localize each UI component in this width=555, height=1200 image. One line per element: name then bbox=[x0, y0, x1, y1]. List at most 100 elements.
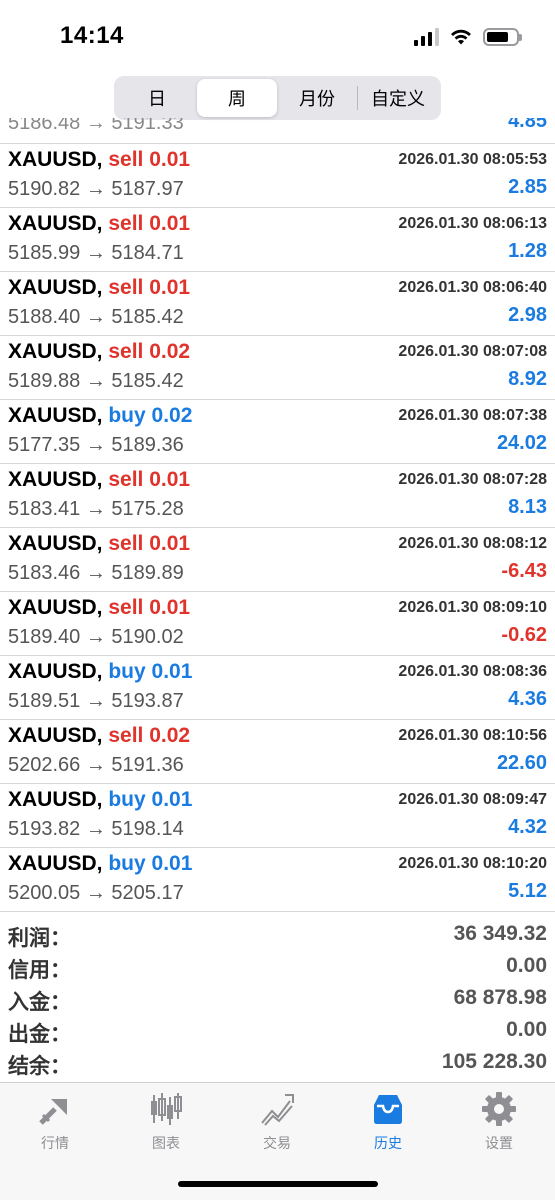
deal-symbol: XAUUSD, sell 0.01 bbox=[8, 532, 190, 556]
history-icon bbox=[374, 1095, 402, 1124]
deals-list[interactable]: 5186.48 → 5191.33 4.85 XAUUSD, sell 0.01… bbox=[0, 118, 555, 912]
wifi-icon bbox=[451, 29, 471, 45]
deal-volume: 0.01 bbox=[151, 852, 193, 875]
deal-prices: 5189.40 → 5190.02 bbox=[8, 626, 184, 648]
deal-volume: 0.02 bbox=[151, 404, 193, 427]
deal-profit: 24.02 bbox=[496, 432, 547, 454]
deal-row[interactable]: XAUUSD, sell 0.01 2026.01.30 08:09:10 5189… bbox=[0, 592, 555, 656]
deal-prices: 5200.05 → 5205.17 bbox=[8, 882, 184, 904]
deal-time: 2026.01.30 08:08:12 bbox=[398, 535, 547, 552]
tab-quotes[interactable]: 行情 bbox=[10, 1091, 100, 1155]
deal-side: sell bbox=[108, 148, 144, 171]
deal-profit: 2.85 bbox=[508, 176, 547, 198]
deal-symbol: XAUUSD, sell 0.01 bbox=[8, 276, 190, 300]
chart-icon bbox=[151, 1093, 182, 1125]
cellular-signal-icon bbox=[414, 28, 439, 46]
deal-prices: 5183.46 → 5189.89 bbox=[8, 562, 184, 584]
deal-prices: 5183.41 → 5175.28 bbox=[8, 498, 184, 520]
deal-row[interactable]: XAUUSD, sell 0.02 2026.01.30 08:10:56 5202… bbox=[0, 720, 555, 784]
deal-prices: 5193.82 → 5198.14 bbox=[8, 818, 184, 840]
deal-side: sell bbox=[108, 532, 144, 555]
deal-profit: 1.28 bbox=[508, 240, 547, 262]
deal-profit: 4.85 bbox=[508, 118, 547, 132]
deal-symbol: XAUUSD, buy 0.02 bbox=[8, 404, 192, 428]
deal-symbol-text: XAUUSD, bbox=[8, 788, 103, 811]
deal-prices: 5202.66 → 5191.36 bbox=[8, 754, 184, 776]
deal-profit: 22.60 bbox=[496, 752, 547, 774]
period-day[interactable]: 日 bbox=[117, 79, 197, 117]
deal-profit: 4.36 bbox=[508, 688, 547, 710]
deal-profit: 8.13 bbox=[508, 496, 547, 518]
period-selector: 日 周 月份 自定义 bbox=[114, 76, 441, 120]
deal-row[interactable]: XAUUSD, sell 0.01 2026.01.30 08:08:12 5183… bbox=[0, 528, 555, 592]
tab-settings[interactable]: 设置 bbox=[454, 1091, 544, 1155]
deal-prices: 5185.99 → 5184.71 bbox=[8, 242, 184, 264]
deal-time: 2026.01.30 08:09:47 bbox=[398, 791, 547, 808]
deal-symbol-text: XAUUSD, bbox=[8, 148, 103, 171]
battery-icon bbox=[483, 28, 522, 46]
deal-row[interactable]: XAUUSD, sell 0.01 2026.01.30 08:05:53 5190… bbox=[0, 144, 555, 208]
deal-symbol-text: XAUUSD, bbox=[8, 660, 103, 683]
deal-volume: 0.02 bbox=[149, 724, 191, 747]
deal-prices: 5190.82 → 5187.97 bbox=[8, 178, 184, 200]
deal-symbol: XAUUSD, sell 0.01 bbox=[8, 148, 190, 172]
deal-symbol: XAUUSD, sell 0.02 bbox=[8, 340, 190, 364]
deal-symbol-text: XAUUSD, bbox=[8, 532, 103, 555]
deal-time: 2026.01.30 08:05:53 bbox=[398, 151, 547, 168]
deal-side: sell bbox=[108, 276, 144, 299]
deal-symbol: XAUUSD, sell 0.02 bbox=[8, 724, 190, 748]
deal-profit: -0.62 bbox=[501, 624, 547, 646]
deal-volume: 0.01 bbox=[151, 660, 193, 683]
deal-row[interactable]: XAUUSD, sell 0.01 2026.01.30 08:06:13 5185… bbox=[0, 208, 555, 272]
deal-volume: 0.01 bbox=[149, 276, 191, 299]
deal-volume: 0.01 bbox=[149, 596, 191, 619]
deal-volume: 0.01 bbox=[149, 212, 191, 235]
status-bar: 14:14 bbox=[0, 0, 555, 75]
deal-symbol-text: XAUUSD, bbox=[8, 468, 103, 491]
deal-volume: 0.02 bbox=[149, 340, 191, 363]
deal-row[interactable]: XAUUSD, buy 0.01 2026.01.30 08:09:47 5193.… bbox=[0, 784, 555, 848]
period-week[interactable]: 周 bbox=[197, 79, 277, 117]
quotes-icon bbox=[39, 1099, 67, 1125]
deal-side: buy bbox=[108, 404, 146, 427]
deal-symbol-text: XAUUSD, bbox=[8, 852, 103, 875]
deal-time: 2026.01.30 08:10:20 bbox=[398, 855, 547, 872]
status-icons bbox=[414, 26, 522, 48]
deal-volume: 0.01 bbox=[149, 468, 191, 491]
deal-time: 2026.01.30 08:06:13 bbox=[398, 215, 547, 232]
deal-prices: 5189.88 → 5185.42 bbox=[8, 370, 184, 392]
deal-side: buy bbox=[108, 788, 146, 811]
tab-charts[interactable]: 图表 bbox=[121, 1091, 211, 1155]
deal-volume: 0.01 bbox=[149, 148, 191, 171]
deal-row[interactable]: XAUUSD, sell 0.02 2026.01.30 08:07:08 5189… bbox=[0, 336, 555, 400]
deal-row[interactable]: XAUUSD, buy 0.02 2026.01.30 08:07:38 5177.… bbox=[0, 400, 555, 464]
deal-side: buy bbox=[108, 660, 146, 683]
deal-profit: 5.12 bbox=[508, 880, 547, 902]
deal-row[interactable]: XAUUSD, sell 0.01 2026.01.30 08:06:40 5188… bbox=[0, 272, 555, 336]
deal-symbol-text: XAUUSD, bbox=[8, 724, 103, 747]
summary-profit: 利润： 36 349.32 bbox=[8, 922, 547, 950]
deal-profit: -6.43 bbox=[501, 560, 547, 582]
deal-row[interactable]: XAUUSD, buy 0.01 2026.01.30 08:08:36 5189.… bbox=[0, 656, 555, 720]
deal-volume: 0.01 bbox=[151, 788, 193, 811]
period-month[interactable]: 月份 bbox=[277, 79, 357, 117]
deal-side: sell bbox=[108, 212, 144, 235]
deal-side: sell bbox=[108, 596, 144, 619]
deal-prices: 5188.40 → 5185.42 bbox=[8, 306, 184, 328]
deal-symbol-text: XAUUSD, bbox=[8, 276, 103, 299]
deal-row-partial[interactable]: 5186.48 → 5191.33 4.85 bbox=[0, 118, 555, 144]
deal-row[interactable]: XAUUSD, sell 0.01 2026.01.30 08:07:28 5183… bbox=[0, 464, 555, 528]
deal-prices: 5189.51 → 5193.87 bbox=[8, 690, 184, 712]
deal-symbol-text: XAUUSD, bbox=[8, 212, 103, 235]
deal-symbol: XAUUSD, sell 0.01 bbox=[8, 596, 190, 620]
deal-side: buy bbox=[108, 852, 146, 875]
home-indicator bbox=[178, 1181, 378, 1187]
period-custom[interactable]: 自定义 bbox=[358, 79, 438, 117]
deal-row[interactable]: XAUUSD, buy 0.01 2026.01.30 08:10:20 5200.… bbox=[0, 848, 555, 912]
settings-icon bbox=[482, 1092, 516, 1126]
deal-time: 2026.01.30 08:10:56 bbox=[398, 727, 547, 744]
deal-profit: 2.98 bbox=[508, 304, 547, 326]
tab-history[interactable]: 历史 bbox=[343, 1091, 433, 1155]
tab-trade[interactable]: 交易 bbox=[232, 1091, 322, 1155]
summary-deposit: 入金： 68 878.98 bbox=[8, 986, 547, 1014]
